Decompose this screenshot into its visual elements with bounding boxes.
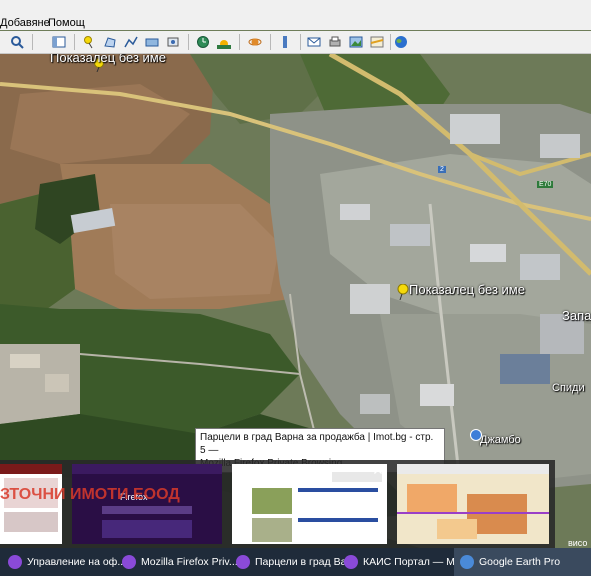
tooltip-line-1: Парцели в град Варна за продажба | Imot.…	[200, 432, 434, 456]
planets-icon[interactable]	[246, 33, 264, 51]
firefox-icon	[344, 555, 358, 569]
placemark-icon[interactable]	[80, 33, 98, 51]
taskbar-item-label: Управление на оф...	[27, 556, 127, 568]
map-label-spids: Спиди	[552, 382, 585, 394]
firefox-icon	[8, 555, 22, 569]
placemark-pin-icon[interactable]	[397, 283, 409, 305]
save-image-icon[interactable]	[347, 33, 365, 51]
taskbar-thumbnails: Firefox ✕ ЗТОЧНИ ИМОТИ ЕООД висо	[0, 460, 587, 548]
taskbar-item-office[interactable]: Управление на оф...	[8, 548, 126, 576]
path-icon[interactable]	[122, 33, 140, 51]
taskbar-item-google-earth[interactable]: Google Earth Pro	[454, 548, 591, 576]
taskbar-item-label: Парцели в град Ва...	[255, 556, 356, 568]
image-overlay-icon[interactable]	[143, 33, 161, 51]
menu-add[interactable]: Добавяне	[0, 17, 50, 29]
taskbar-item-firefox[interactable]: Mozilla Firefox Priv...	[122, 548, 238, 576]
ruler-icon[interactable]	[276, 33, 294, 51]
placemark-label-2[interactable]: Показалец без име	[409, 282, 525, 297]
thumbnail-kais-map[interactable]	[397, 464, 549, 544]
taskbar-item-label: Mozilla Firefox Priv...	[141, 556, 238, 568]
firefox-icon	[236, 555, 250, 569]
search-icon[interactable]	[8, 33, 26, 51]
road-number: 2	[438, 166, 446, 173]
polygon-icon[interactable]	[101, 33, 119, 51]
google-earth-icon	[460, 555, 474, 569]
google-maps-icon[interactable]	[368, 33, 386, 51]
tour-icon[interactable]	[164, 33, 182, 51]
menu-help[interactable]: Помощ	[48, 17, 85, 29]
toolbar	[0, 31, 591, 54]
thumbnail-firefox-private[interactable]: Firefox	[72, 464, 222, 544]
corner-label: висо	[568, 538, 588, 548]
history-icon[interactable]	[194, 33, 212, 51]
map-label-zapad: Запа	[562, 308, 591, 323]
map-label-dzhamboo: Джамбо	[480, 434, 521, 446]
close-icon[interactable]: ✕	[370, 462, 386, 478]
taskbar-item-label: КАИС Портал — М...	[363, 556, 464, 568]
email-icon[interactable]	[305, 33, 323, 51]
menu-bar: Добавяне Помощ	[0, 0, 591, 30]
taskbar-item-label: Google Earth Pro	[479, 556, 561, 568]
placemark-label-1[interactable]: Показалец без име	[50, 54, 166, 65]
road-shield: E70	[537, 181, 554, 188]
poi-icon[interactable]	[470, 429, 482, 441]
sun-icon[interactable]	[215, 33, 233, 51]
taskbar-item-kais[interactable]: КАИС Портал — М...	[344, 548, 464, 576]
thumbnail-imot-bg[interactable]	[232, 464, 387, 544]
earth-icon[interactable]	[392, 33, 410, 51]
print-icon[interactable]	[326, 33, 344, 51]
firefox-icon	[122, 555, 136, 569]
taskbar-item-parceli[interactable]: Парцели в град Ва...	[236, 548, 355, 576]
thumbnail-watermark: ЗТОЧНИ ИМОТИ ЕООД	[0, 486, 180, 503]
thumbnail-office[interactable]	[0, 464, 62, 544]
sidebar-icon[interactable]	[50, 33, 68, 51]
taskbar: Управление на оф... Mozilla Firefox Priv…	[0, 548, 591, 576]
